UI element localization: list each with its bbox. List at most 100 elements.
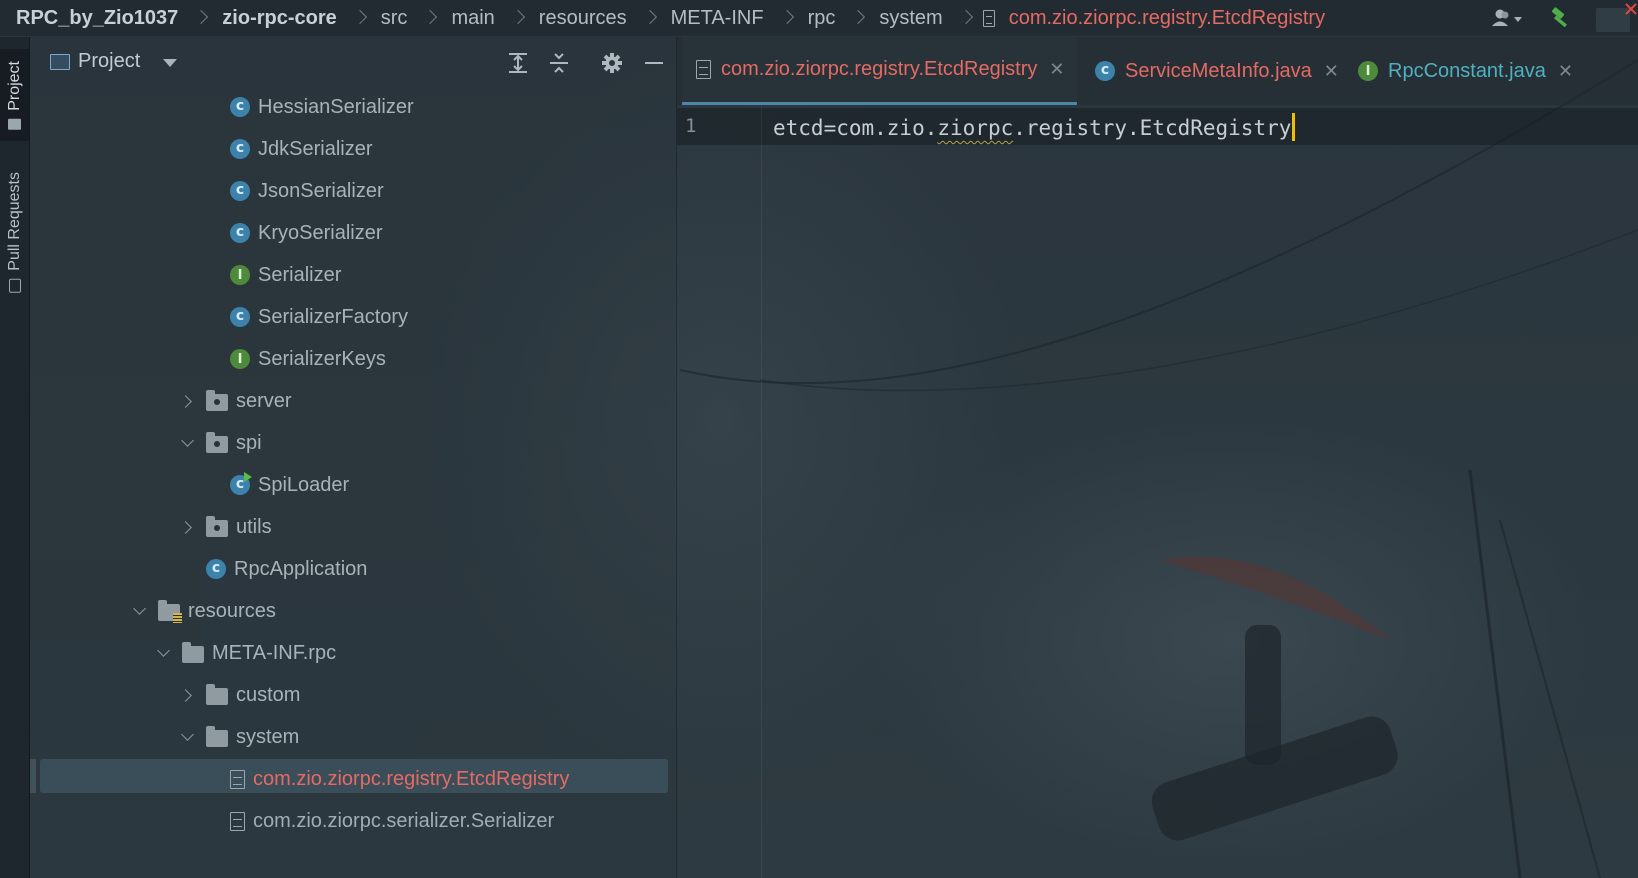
tree-item[interactable]: resources [30,590,675,632]
tool-window-strip: Project Pull Requests [0,37,30,878]
project-view-title[interactable]: Project [78,50,140,73]
tree-item[interactable]: META-INF.rpc [30,632,675,674]
class-icon [230,181,250,201]
package-folder-icon [206,515,228,537]
editor-tab-etcd-registry[interactable]: com.zio.ziorpc.registry.EtcdRegistry ✕ [682,37,1077,105]
navigation-bar: RPC_by_Zio1037 zio-rpc-core src main res… [0,0,1638,37]
close-icon[interactable]: ✕ [1049,59,1064,80]
folder-icon [206,683,228,705]
account-menu-button[interactable] [1482,0,1532,36]
code-line[interactable]: etcd=com.zio.ziorpc.registry.EtcdRegistr… [773,113,1296,141]
hammer-icon [1551,7,1567,28]
expand-all-button[interactable] [504,49,532,77]
code-text: .registry.EtcdRegistry [1013,116,1292,140]
tree-item[interactable]: RpcApplication [30,548,675,590]
tree-item[interactable]: SerializerFactory [30,296,675,338]
breadcrumb-project[interactable]: RPC_by_Zio1037 [0,0,182,36]
breadcrumb-separator-icon [196,0,208,36]
close-icon[interactable]: ✕ [1324,61,1339,82]
tree-item-selected[interactable]: com.zio.ziorpc.registry.EtcdRegistry [30,758,675,800]
gear-icon [602,53,622,73]
folder-icon [182,641,204,663]
breadcrumb-separator-icon [853,0,865,36]
user-icon [1492,9,1522,26]
line-number: 1 [685,115,697,137]
tree-item[interactable]: HessianSerializer [30,86,675,128]
breadcrumb-module[interactable]: zio-rpc-core [218,0,340,36]
text-caret [1292,113,1296,141]
close-icon[interactable]: ✕ [1558,61,1573,82]
editor-tab-rpc-constant[interactable]: RpcConstant.java ✕ [1358,37,1573,105]
interface-icon [230,265,250,285]
breadcrumb-main[interactable]: main [447,0,498,36]
window-corner-button[interactable] [1592,0,1638,36]
project-tool-tab[interactable]: Project [0,49,29,141]
file-icon [230,769,245,789]
class-icon [230,139,250,159]
chevron-down-icon[interactable] [178,727,198,747]
breadcrumb-resources[interactable]: resources [535,0,631,36]
selection-marker [30,759,36,793]
interface-icon [1358,61,1378,81]
package-folder-icon [206,389,228,411]
breadcrumb-separator-icon [513,0,525,36]
tree-item[interactable]: server [30,380,675,422]
breadcrumb-src[interactable]: src [377,0,412,36]
collapse-all-button[interactable] [545,49,573,77]
pull-requests-tool-tab[interactable]: Pull Requests [0,165,29,300]
chevron-down-icon[interactable] [163,59,177,67]
tree-item[interactable]: SpiLoader [30,464,675,506]
tree-item[interactable]: com.zio.ziorpc.serializer.Serializer [30,800,675,842]
editor-tab-bar: com.zio.ziorpc.registry.EtcdRegistry ✕ S… [677,37,1638,105]
breadcrumb-rpc[interactable]: rpc [804,0,840,36]
breadcrumb-separator-icon [425,0,437,36]
collapse-all-icon [550,53,568,73]
chevron-right-icon[interactable] [178,685,198,705]
file-icon [230,811,245,831]
class-icon [230,307,250,327]
expand-all-icon [509,53,527,73]
typo-highlighted-text: ziorpc [937,116,1014,140]
breadcrumb-system[interactable]: system [875,0,946,36]
package-folder-icon [206,431,228,453]
chevron-down-icon[interactable] [154,643,174,663]
tree-item[interactable]: spi [30,422,675,464]
breadcrumb-meta-inf[interactable]: META-INF [667,0,768,36]
pull-request-icon [8,278,21,293]
chevron-right-icon[interactable] [178,517,198,537]
tree-item[interactable]: KryoSerializer [30,212,675,254]
class-icon [1095,61,1115,81]
class-icon [230,97,250,117]
chevron-down-icon[interactable] [178,433,198,453]
tree-item[interactable]: system [30,716,675,758]
tree-item[interactable]: SerializerKeys [30,338,675,380]
file-icon [982,9,995,27]
folder-icon [206,725,228,747]
editor-area: com.zio.ziorpc.registry.EtcdRegistry ✕ S… [676,37,1638,878]
line-number-gutter [677,105,762,878]
tree-item[interactable]: utils [30,506,675,548]
project-view-icon [50,54,70,70]
interface-icon [230,349,250,369]
class-icon [230,223,250,243]
editor-tab-service-meta-info[interactable]: ServiceMetaInfo.java ✕ [1095,37,1339,105]
chevron-right-icon[interactable] [178,391,198,411]
breadcrumb-separator-icon [645,0,657,36]
hide-panel-button[interactable] [640,49,668,77]
tree-item[interactable]: Serializer [30,254,675,296]
breadcrumb-separator-icon [782,0,794,36]
code-text: etcd=com.zio. [773,116,938,140]
tree-item[interactable]: JdkSerializer [30,128,675,170]
chevron-down-icon[interactable] [130,601,150,621]
breadcrumb-file[interactable]: com.zio.ziorpc.registry.EtcdRegistry [982,0,1329,36]
class-icon [206,559,226,579]
settings-button[interactable] [598,49,626,77]
breadcrumb-separator-icon [355,0,367,36]
folder-icon [8,118,21,130]
build-button[interactable] [1540,0,1580,36]
project-panel: Project c HessianSerializer c JdkSeriali… [30,37,675,878]
tree-item[interactable]: JsonSerializer [30,170,675,212]
tree-item[interactable]: custom [30,674,675,716]
file-icon [696,60,711,79]
minimize-icon [645,62,663,64]
